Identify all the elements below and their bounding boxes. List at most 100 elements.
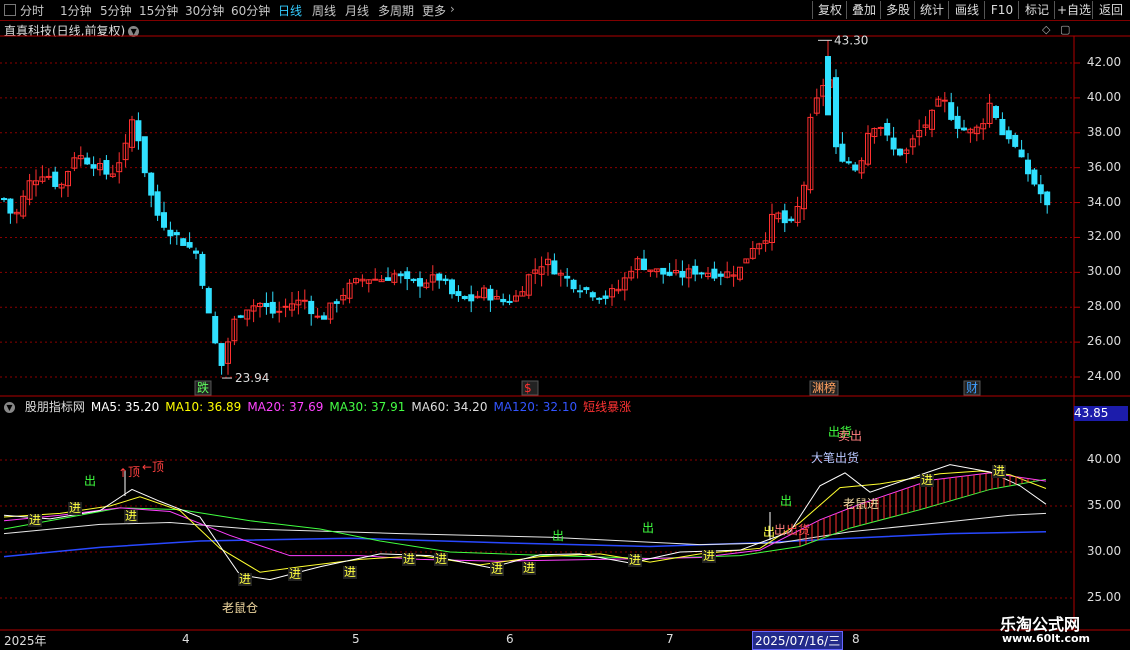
- candle-up: [45, 175, 52, 178]
- candle-up: [276, 310, 283, 313]
- candle-down: [212, 316, 219, 344]
- candle-up: [301, 299, 308, 302]
- buy-signal: 进: [703, 549, 715, 563]
- candle-down: [135, 120, 142, 142]
- buy-signal: 进: [491, 562, 503, 576]
- ma60-label: MA60: 34.20: [411, 400, 488, 414]
- candle-down: [666, 271, 673, 276]
- buy-signal: 进: [344, 565, 356, 579]
- event-marker: 财: [966, 381, 978, 395]
- candle-down: [84, 157, 91, 165]
- candle-down: [410, 278, 417, 282]
- candle-down: [564, 275, 571, 279]
- candle-down: [1, 198, 7, 201]
- price-axis-label: 36.00: [1086, 159, 1122, 174]
- candle-down: [103, 160, 110, 175]
- time-axis-label: 6: [506, 632, 514, 646]
- candle-down: [596, 297, 603, 300]
- candle-down: [7, 198, 14, 214]
- candle-down: [954, 115, 961, 129]
- ma120-line: [3, 531, 1047, 558]
- candle-down: [948, 102, 955, 120]
- indicator-axis-label: 25.00: [1086, 590, 1122, 604]
- top-arrow-icon: ↑: [118, 466, 128, 480]
- candle-down: [1012, 134, 1019, 147]
- time-axis-label: 8: [852, 632, 860, 646]
- candle-down: [90, 164, 97, 169]
- high-price-label: 43.30: [834, 33, 868, 47]
- top-label: ←顶: [142, 460, 164, 474]
- candle-down: [897, 148, 903, 156]
- buy-signal: 进: [239, 572, 251, 586]
- candle-down: [825, 56, 831, 116]
- candle-down: [237, 315, 244, 318]
- candle-up: [372, 278, 379, 281]
- candle-down: [455, 291, 462, 296]
- buy-signal: 进: [523, 561, 535, 575]
- candle-down: [263, 302, 270, 308]
- candle-down: [551, 260, 558, 275]
- buy-signal: 进: [69, 501, 81, 515]
- buy-signal: 进: [921, 473, 933, 487]
- candle-down: [660, 267, 667, 275]
- candle-down: [577, 290, 583, 293]
- time-axis-label: 4: [182, 632, 190, 646]
- price-axis-label: 34.00: [1086, 194, 1122, 209]
- kline-chart[interactable]: 43.3023.94跌 $ 渊榜 财进进进进进进进 进进 进进 进进进出出出出↑ 顶 ←顶老鼠仓…: [0, 0, 1130, 650]
- chevron-down-icon[interactable]: ▼: [4, 402, 15, 413]
- buy-signal: 进: [435, 552, 447, 566]
- candle-down: [321, 315, 327, 320]
- candle-down: [1018, 149, 1025, 158]
- candle-down: [570, 279, 577, 290]
- candle-down: [141, 136, 148, 174]
- candle-down: [833, 77, 839, 148]
- candle-down: [698, 272, 705, 275]
- indicator-axis-label: 30.00: [1086, 544, 1122, 558]
- ma30-line: [3, 478, 1047, 559]
- sell-signal: 出: [774, 523, 786, 537]
- low-price-label: 23.94: [235, 371, 269, 385]
- candle-down: [993, 106, 999, 119]
- rat-position-label: 老鼠仓: [222, 601, 258, 615]
- candle-down: [602, 295, 609, 299]
- surge-label: 短线暴涨: [583, 400, 632, 414]
- candle-down: [1025, 159, 1031, 175]
- price-axis-label: 24.00: [1086, 369, 1122, 383]
- candle-down: [1031, 169, 1038, 185]
- candle-down: [1005, 130, 1012, 140]
- candle-down: [269, 301, 276, 314]
- ship-label: 出货: [786, 522, 810, 537]
- candle-down: [506, 300, 513, 303]
- candle-down: [397, 273, 404, 277]
- candle-down: [148, 172, 155, 196]
- candle-down: [500, 298, 507, 303]
- sell-signal: 出: [780, 494, 792, 508]
- price-axis-label: 40.00: [1086, 89, 1122, 104]
- candle-down: [308, 300, 315, 315]
- price-axis-label: 42.00: [1086, 55, 1122, 69]
- price-axis-label: 28.00: [1086, 299, 1122, 314]
- watermark-url: www.60lt.com: [1002, 632, 1091, 645]
- candle-down: [692, 265, 699, 275]
- event-marker: 跌: [197, 380, 209, 395]
- candle-down: [205, 288, 212, 314]
- ma120-label: MA120: 32.10: [493, 400, 578, 414]
- candle-down: [641, 258, 647, 271]
- candle-down: [218, 343, 225, 366]
- candle-down: [461, 295, 468, 299]
- candle-down: [193, 250, 199, 254]
- candle-down: [417, 278, 423, 287]
- candle-down: [173, 232, 180, 236]
- event-marker: 渊榜: [812, 380, 836, 395]
- candle-down: [589, 292, 596, 298]
- candle-down: [186, 242, 193, 248]
- candle-down: [890, 137, 897, 150]
- candle-down: [333, 301, 340, 304]
- ma20-label: MA20: 37.69: [247, 400, 324, 414]
- cursor-date: 2025/07/16/三: [752, 631, 844, 650]
- candle-up: [314, 315, 321, 318]
- candle-down: [781, 210, 788, 224]
- time-axis-label: 2025年: [4, 634, 47, 648]
- ma10-line: [3, 470, 1047, 573]
- candle-down: [167, 229, 174, 237]
